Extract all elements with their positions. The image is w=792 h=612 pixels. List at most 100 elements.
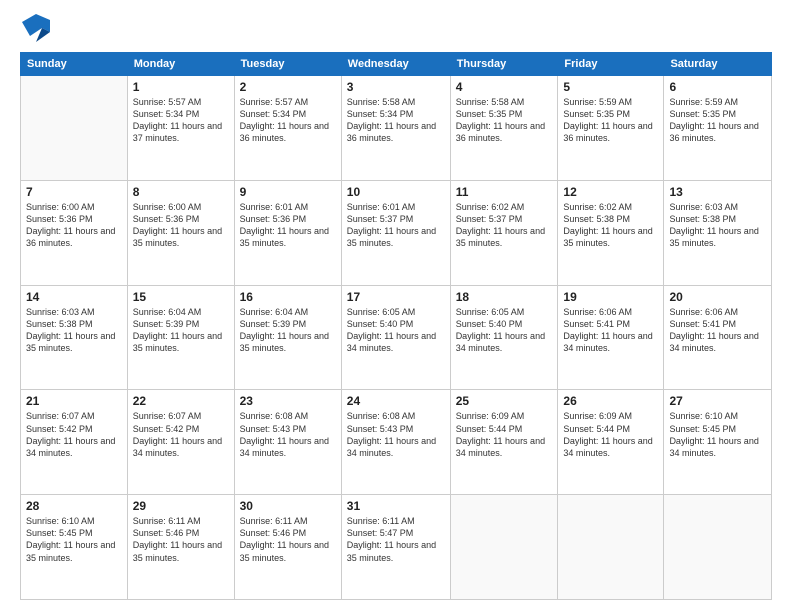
day-info: Sunrise: 6:08 AMSunset: 5:43 PMDaylight:… — [240, 410, 336, 459]
day-info: Sunrise: 6:04 AMSunset: 5:39 PMDaylight:… — [240, 306, 336, 355]
logo — [20, 18, 50, 42]
calendar-cell: 25 Sunrise: 6:09 AMSunset: 5:44 PMDayligh… — [450, 390, 558, 495]
weekday-header-wednesday: Wednesday — [341, 53, 450, 76]
calendar-cell: 11 Sunrise: 6:02 AMSunset: 5:37 PMDayligh… — [450, 180, 558, 285]
calendar-cell: 28 Sunrise: 6:10 AMSunset: 5:45 PMDayligh… — [21, 495, 128, 600]
day-number: 24 — [347, 394, 445, 408]
calendar-cell: 5 Sunrise: 5:59 AMSunset: 5:35 PMDaylight… — [558, 76, 664, 181]
calendar-cell: 7 Sunrise: 6:00 AMSunset: 5:36 PMDaylight… — [21, 180, 128, 285]
calendar-cell: 30 Sunrise: 6:11 AMSunset: 5:46 PMDayligh… — [234, 495, 341, 600]
day-number: 29 — [133, 499, 229, 513]
week-row-2: 14 Sunrise: 6:03 AMSunset: 5:38 PMDayligh… — [21, 285, 772, 390]
day-info: Sunrise: 6:08 AMSunset: 5:43 PMDaylight:… — [347, 410, 445, 459]
calendar-cell: 13Sunrise: 6:03 AMSunset: 5:38 PMDayligh… — [664, 180, 772, 285]
day-number: 22 — [133, 394, 229, 408]
day-info: Sunrise: 6:06 AMSunset: 5:41 PMDaylight:… — [563, 306, 658, 355]
day-number: 16 — [240, 290, 336, 304]
day-number: 27 — [669, 394, 766, 408]
day-number: 17 — [347, 290, 445, 304]
calendar-cell: 22 Sunrise: 6:07 AMSunset: 5:42 PMDayligh… — [127, 390, 234, 495]
day-number: 15 — [133, 290, 229, 304]
day-info: Sunrise: 5:59 AMSunset: 5:35 PMDaylight:… — [669, 96, 766, 145]
weekday-header-row: SundayMondayTuesdayWednesdayThursdayFrid… — [21, 53, 772, 76]
day-number: 25 — [456, 394, 553, 408]
day-info: Sunrise: 6:03 AMSunset: 5:38 PMDaylight:… — [26, 306, 122, 355]
day-info: Sunrise: 5:58 AMSunset: 5:34 PMDaylight:… — [347, 96, 445, 145]
calendar-cell: 14 Sunrise: 6:03 AMSunset: 5:38 PMDayligh… — [21, 285, 128, 390]
weekday-header-monday: Monday — [127, 53, 234, 76]
day-number: 26 — [563, 394, 658, 408]
week-row-4: 28 Sunrise: 6:10 AMSunset: 5:45 PMDayligh… — [21, 495, 772, 600]
calendar-cell: 23 Sunrise: 6:08 AMSunset: 5:43 PMDayligh… — [234, 390, 341, 495]
day-info: Sunrise: 6:05 AMSunset: 5:40 PMDaylight:… — [456, 306, 553, 355]
calendar-cell: 19 Sunrise: 6:06 AMSunset: 5:41 PMDayligh… — [558, 285, 664, 390]
day-info: Sunrise: 6:10 AMSunset: 5:45 PMDaylight:… — [26, 515, 122, 564]
day-number: 21 — [26, 394, 122, 408]
calendar-cell: 18 Sunrise: 6:05 AMSunset: 5:40 PMDayligh… — [450, 285, 558, 390]
day-info: Sunrise: 6:09 AMSunset: 5:44 PMDaylight:… — [563, 410, 658, 459]
day-info: Sunrise: 6:01 AMSunset: 5:36 PMDaylight:… — [240, 201, 336, 250]
day-number: 6 — [669, 80, 766, 94]
calendar-cell: 29 Sunrise: 6:11 AMSunset: 5:46 PMDayligh… — [127, 495, 234, 600]
weekday-header-sunday: Sunday — [21, 53, 128, 76]
calendar-cell: 27Sunrise: 6:10 AMSunset: 5:45 PMDayligh… — [664, 390, 772, 495]
day-number: 28 — [26, 499, 122, 513]
day-info: Sunrise: 5:57 AMSunset: 5:34 PMDaylight:… — [133, 96, 229, 145]
day-info: Sunrise: 5:58 AMSunset: 5:35 PMDaylight:… — [456, 96, 553, 145]
week-row-3: 21 Sunrise: 6:07 AMSunset: 5:42 PMDayligh… — [21, 390, 772, 495]
page: SundayMondayTuesdayWednesdayThursdayFrid… — [0, 0, 792, 612]
day-info: Sunrise: 6:03 AMSunset: 5:38 PMDaylight:… — [669, 201, 766, 250]
calendar-cell — [450, 495, 558, 600]
calendar-cell: 10Sunrise: 6:01 AMSunset: 5:37 PMDayligh… — [341, 180, 450, 285]
calendar-cell: 24 Sunrise: 6:08 AMSunset: 5:43 PMDayligh… — [341, 390, 450, 495]
calendar-cell: 4Sunrise: 5:58 AMSunset: 5:35 PMDaylight… — [450, 76, 558, 181]
calendar-cell — [558, 495, 664, 600]
day-info: Sunrise: 6:09 AMSunset: 5:44 PMDaylight:… — [456, 410, 553, 459]
day-number: 23 — [240, 394, 336, 408]
day-info: Sunrise: 6:00 AMSunset: 5:36 PMDaylight:… — [26, 201, 122, 250]
day-info: Sunrise: 6:07 AMSunset: 5:42 PMDaylight:… — [26, 410, 122, 459]
day-info: Sunrise: 6:06 AMSunset: 5:41 PMDaylight:… — [669, 306, 766, 355]
day-number: 11 — [456, 185, 553, 199]
day-number: 30 — [240, 499, 336, 513]
day-number: 19 — [563, 290, 658, 304]
day-info: Sunrise: 5:57 AMSunset: 5:34 PMDaylight:… — [240, 96, 336, 145]
day-number: 8 — [133, 185, 229, 199]
calendar-cell: 1 Sunrise: 5:57 AMSunset: 5:34 PMDaylight… — [127, 76, 234, 181]
calendar-cell: 2 Sunrise: 5:57 AMSunset: 5:34 PMDaylight… — [234, 76, 341, 181]
calendar-cell: 6 Sunrise: 5:59 AMSunset: 5:35 PMDaylight… — [664, 76, 772, 181]
logo-icon — [22, 14, 50, 42]
weekday-header-friday: Friday — [558, 53, 664, 76]
day-number: 5 — [563, 80, 658, 94]
weekday-header-thursday: Thursday — [450, 53, 558, 76]
calendar-cell: 17Sunrise: 6:05 AMSunset: 5:40 PMDayligh… — [341, 285, 450, 390]
day-number: 20 — [669, 290, 766, 304]
day-info: Sunrise: 5:59 AMSunset: 5:35 PMDaylight:… — [563, 96, 658, 145]
calendar-table: SundayMondayTuesdayWednesdayThursdayFrid… — [20, 52, 772, 600]
day-number: 1 — [133, 80, 229, 94]
header — [20, 18, 772, 42]
calendar-cell: 3 Sunrise: 5:58 AMSunset: 5:34 PMDaylight… — [341, 76, 450, 181]
calendar-cell: 15 Sunrise: 6:04 AMSunset: 5:39 PMDayligh… — [127, 285, 234, 390]
weekday-header-saturday: Saturday — [664, 53, 772, 76]
week-row-0: 1 Sunrise: 5:57 AMSunset: 5:34 PMDaylight… — [21, 76, 772, 181]
day-info: Sunrise: 6:11 AMSunset: 5:46 PMDaylight:… — [133, 515, 229, 564]
day-number: 31 — [347, 499, 445, 513]
day-info: Sunrise: 6:07 AMSunset: 5:42 PMDaylight:… — [133, 410, 229, 459]
day-info: Sunrise: 6:02 AMSunset: 5:37 PMDaylight:… — [456, 201, 553, 250]
day-info: Sunrise: 6:11 AMSunset: 5:46 PMDaylight:… — [240, 515, 336, 564]
week-row-1: 7 Sunrise: 6:00 AMSunset: 5:36 PMDaylight… — [21, 180, 772, 285]
day-info: Sunrise: 6:00 AMSunset: 5:36 PMDaylight:… — [133, 201, 229, 250]
day-number: 18 — [456, 290, 553, 304]
calendar-cell: 26 Sunrise: 6:09 AMSunset: 5:44 PMDayligh… — [558, 390, 664, 495]
day-number: 2 — [240, 80, 336, 94]
day-number: 7 — [26, 185, 122, 199]
day-info: Sunrise: 6:04 AMSunset: 5:39 PMDaylight:… — [133, 306, 229, 355]
calendar-cell: 8 Sunrise: 6:00 AMSunset: 5:36 PMDaylight… — [127, 180, 234, 285]
calendar-cell: 21 Sunrise: 6:07 AMSunset: 5:42 PMDayligh… — [21, 390, 128, 495]
day-number: 14 — [26, 290, 122, 304]
calendar-cell — [21, 76, 128, 181]
calendar-cell: 31Sunrise: 6:11 AMSunset: 5:47 PMDayligh… — [341, 495, 450, 600]
day-number: 3 — [347, 80, 445, 94]
day-number: 10 — [347, 185, 445, 199]
